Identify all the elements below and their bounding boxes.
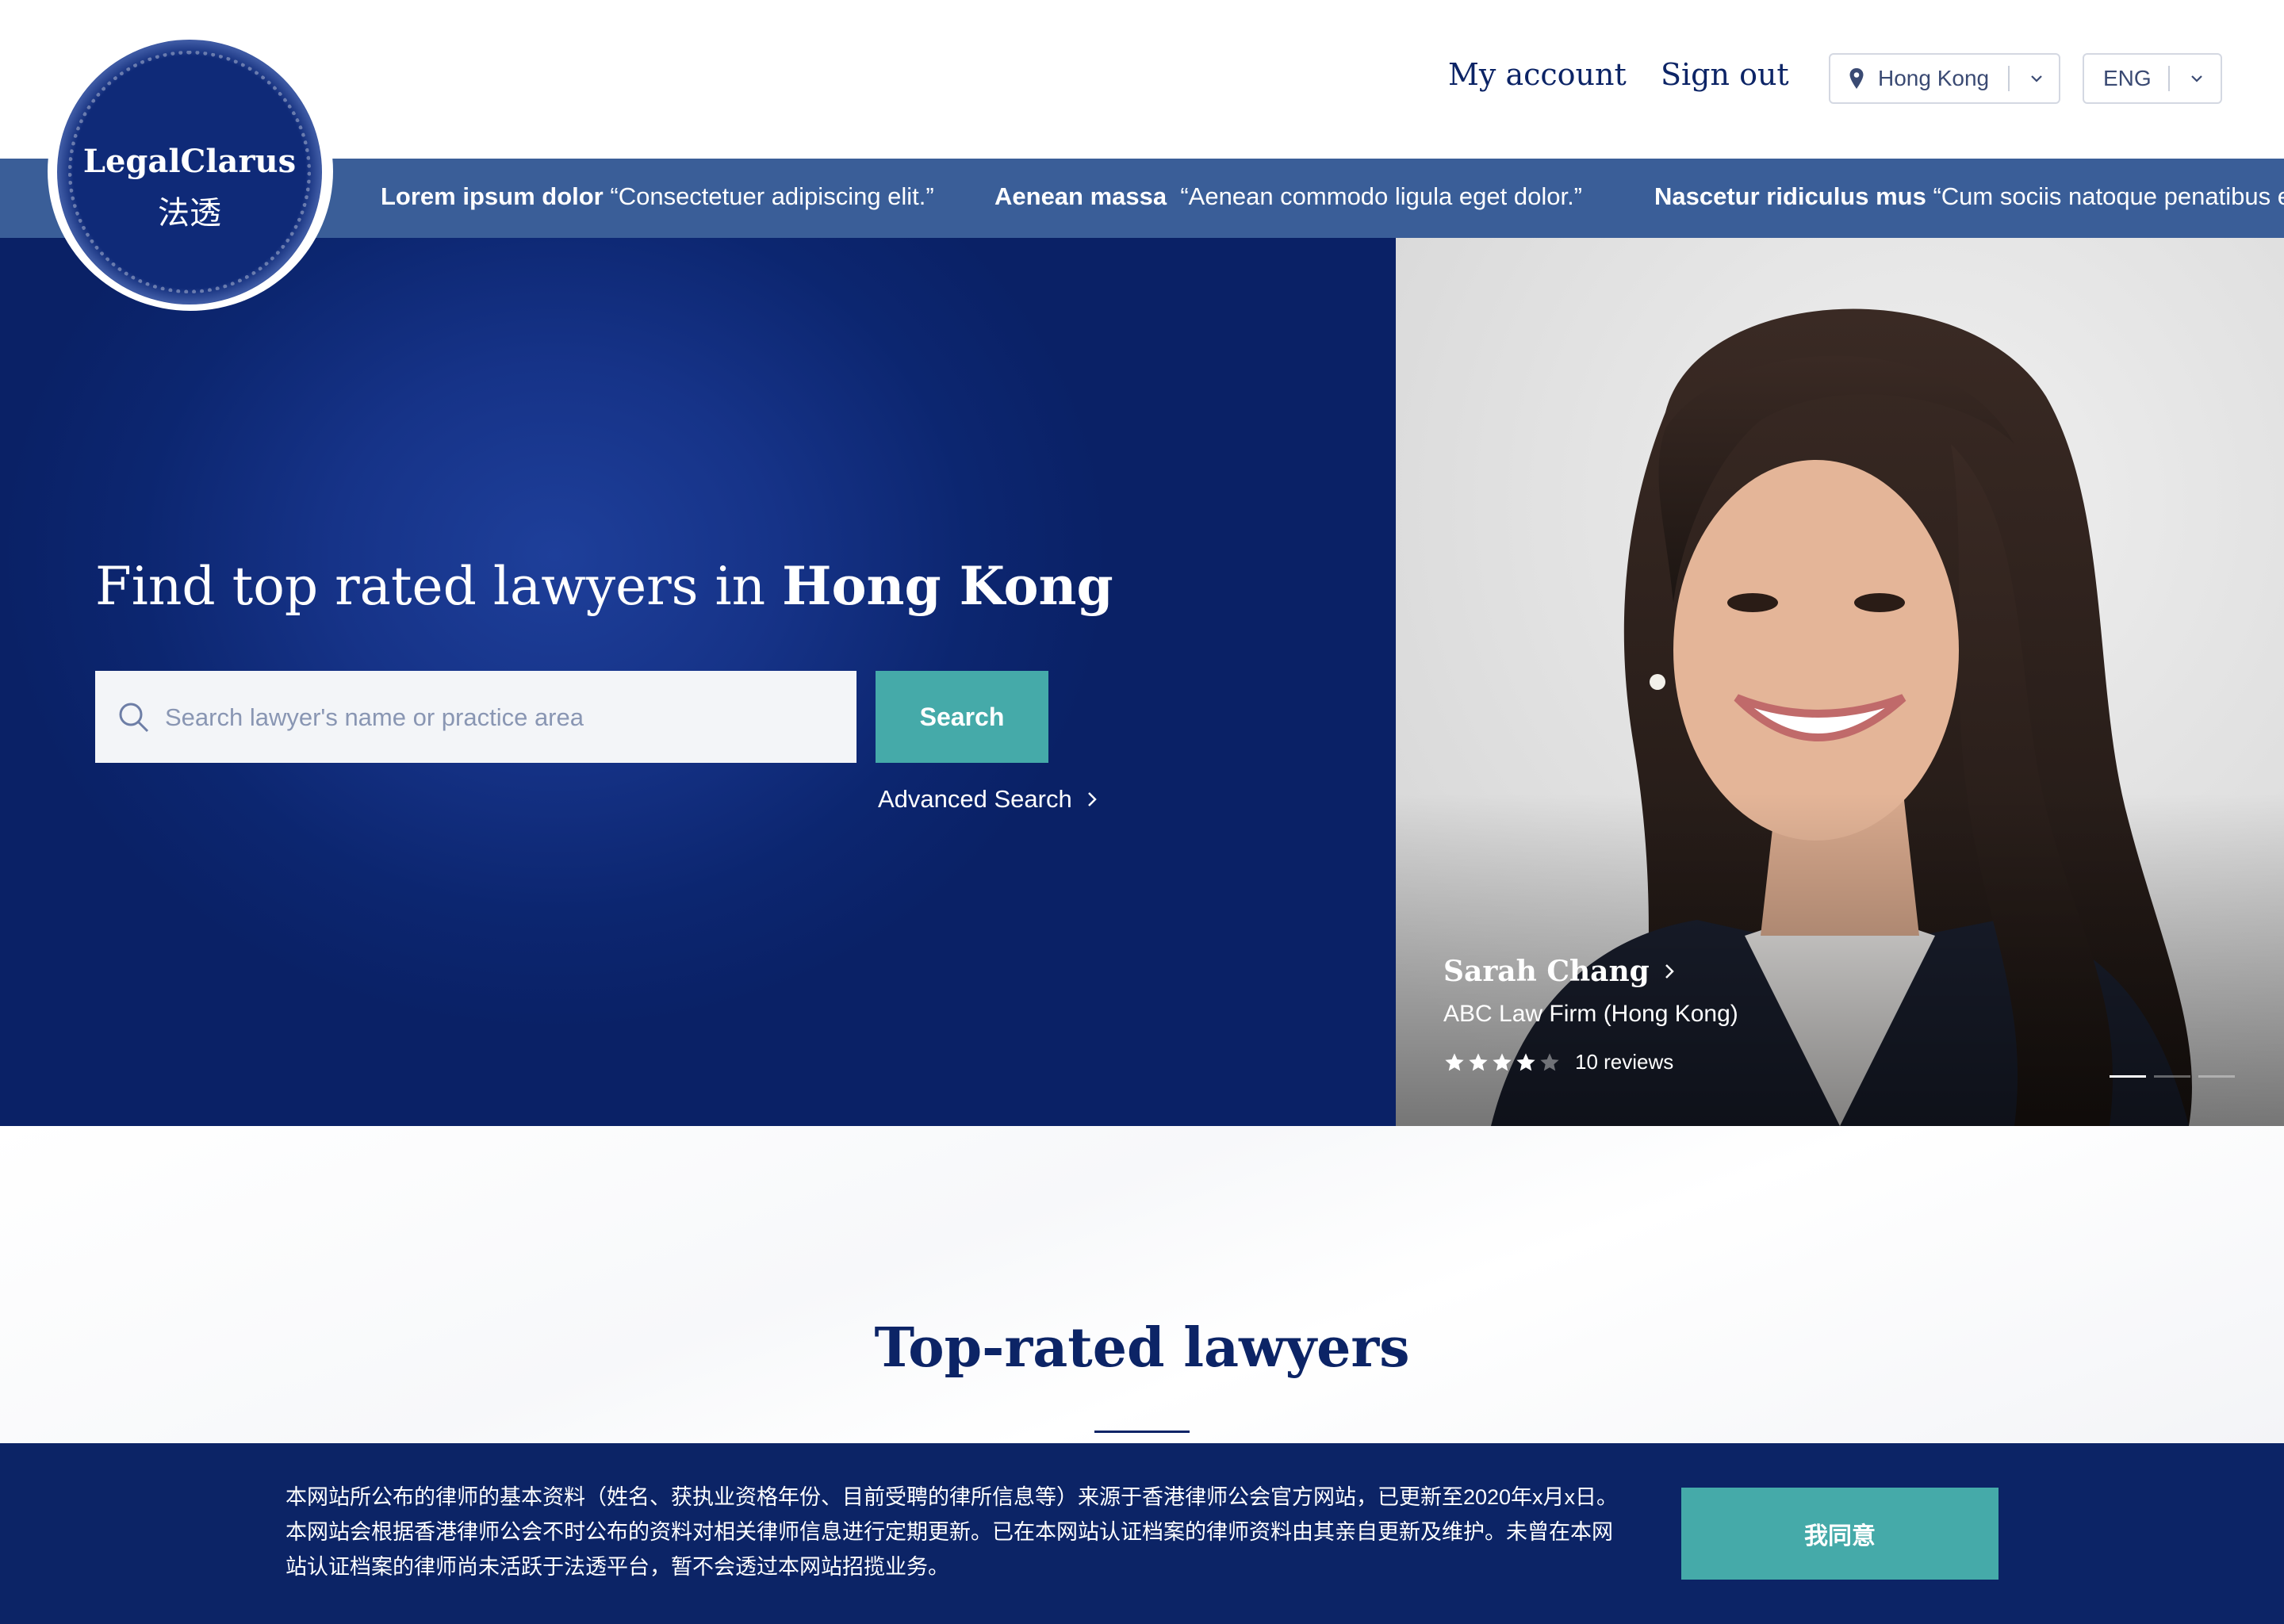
disclaimer-banner: 本网站所公布的律师的基本资料（姓名、获执业资格年份、目前受聘的律所信息等）来源于… [0, 1443, 2284, 1624]
carousel-dot[interactable] [2154, 1075, 2190, 1078]
my-account-link[interactable]: My account [1448, 57, 1627, 92]
language-value: ENG [2103, 66, 2152, 90]
featured-lawyer-card[interactable]: Sarah Chang ABC Law Firm (Hong Kong) 10 … [1396, 238, 2284, 1126]
star-filled-icon [1493, 1052, 1512, 1071]
ticker-item: Lorem ipsum dolor “Consectetuer adipisci… [381, 182, 934, 210]
star-empty-icon [1540, 1052, 1559, 1071]
logo-name-cn: 法透 [158, 196, 221, 231]
search-icon [119, 703, 149, 733]
site-header: My account Sign out Hong Kong ENG [0, 0, 2284, 159]
carousel-dot[interactable] [2198, 1075, 2235, 1078]
top-rated-section [0, 1126, 2284, 1443]
sign-out-link[interactable]: Sign out [1661, 57, 1789, 92]
select-divider [2168, 66, 2170, 91]
chevron-right-icon [1665, 964, 1674, 979]
language-select[interactable]: ENG [2083, 53, 2222, 104]
rating-stars: 10 reviews [1443, 1050, 1673, 1074]
star-filled-icon [1469, 1052, 1488, 1071]
chevron-right-icon [1087, 792, 1097, 806]
carousel-dot[interactable] [2110, 1075, 2146, 1078]
search-field[interactable] [95, 671, 856, 763]
location-pin-icon [1846, 66, 1867, 91]
search-input[interactable] [163, 695, 833, 741]
star-list [1443, 1051, 1562, 1074]
hero-search-panel: Find top rated lawyers in Hong Kong Sear… [0, 238, 1396, 1126]
advanced-search-link[interactable]: Advanced Search [878, 785, 1101, 814]
chevron-down-icon [2191, 75, 2202, 82]
agree-button[interactable]: 我同意 [1681, 1488, 1998, 1580]
disclaimer-text: 本网站所公布的律师的基本资料（姓名、获执业资格年份、目前受聘的律所信息等）来源于… [286, 1485, 1619, 1579]
search-button[interactable]: Search [876, 671, 1048, 763]
review-count: 10 reviews [1575, 1050, 1674, 1074]
site-logo[interactable]: LegalClarus 法透 [48, 32, 333, 311]
hero-title: Find top rated lawyers in Hong Kong [95, 555, 1113, 617]
chevron-down-icon [2031, 75, 2042, 82]
star-filled-icon [1516, 1052, 1535, 1071]
section-title: Top-rated lawyers [874, 1316, 1410, 1380]
region-value: Hong Kong [1878, 66, 1990, 90]
featured-lawyer-firm: ABC Law Firm (Hong Kong) [1443, 1001, 1738, 1027]
logo-badge: LegalClarus 法透 [57, 40, 322, 304]
lawyer-name-label: Sarah Chang [1443, 955, 1650, 988]
featured-lawyer-name[interactable]: Sarah Chang [1443, 955, 1678, 988]
title-underline [1094, 1431, 1190, 1433]
region-select[interactable]: Hong Kong [1829, 53, 2060, 104]
logo-name-en: LegalClarus [82, 143, 297, 180]
testimonial-ticker: Lorem ipsum dolor “Consectetuer adipisci… [0, 159, 2284, 238]
advanced-search-label: Advanced Search [878, 785, 1072, 813]
ticker-item: Nascetur ridiculus mus “Cum sociis natoq… [1654, 182, 2284, 210]
star-filled-icon [1445, 1052, 1464, 1071]
ticker-item: Aenean massa “Aenean commodo ligula eget… [994, 182, 1583, 210]
select-divider [2008, 66, 2010, 91]
